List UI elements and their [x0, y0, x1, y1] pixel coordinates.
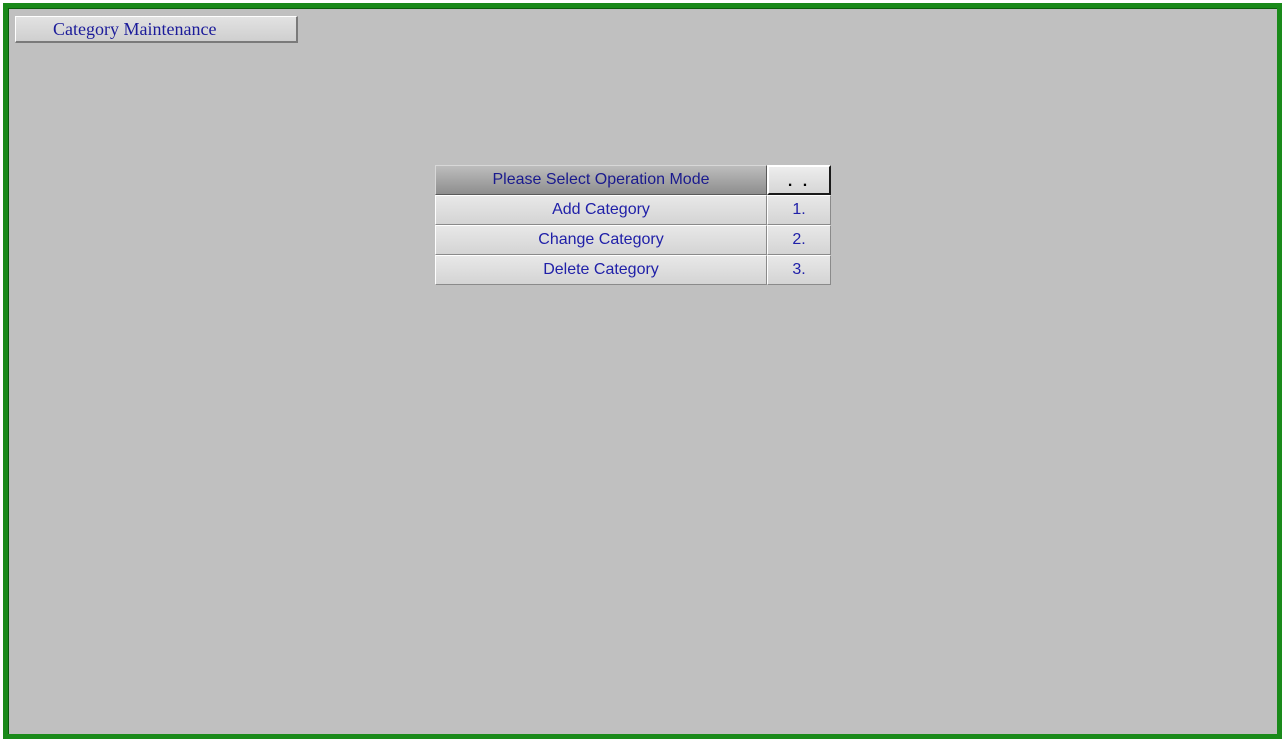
menu-item-delete-category[interactable]: Delete Category 3.	[435, 255, 831, 285]
window-title: Category Maintenance	[53, 18, 217, 39]
menu-item-key[interactable]: 3.	[767, 255, 831, 285]
menu-item-add-category[interactable]: Add Category 1.	[435, 195, 831, 225]
menu-item-label[interactable]: Add Category	[435, 195, 767, 225]
menu-item-label[interactable]: Change Category	[435, 225, 767, 255]
menu-item-change-category[interactable]: Change Category 2.	[435, 225, 831, 255]
menu-header-key-field[interactable]: . .	[767, 165, 831, 195]
menu-item-key[interactable]: 1.	[767, 195, 831, 225]
window-title-tab: Category Maintenance	[15, 16, 298, 43]
window-frame-edge	[8, 8, 1277, 734]
menu-item-label[interactable]: Delete Category	[435, 255, 767, 285]
menu-header-label: Please Select Operation Mode	[435, 165, 767, 195]
menu-item-key[interactable]: 2.	[767, 225, 831, 255]
app-window: Category Maintenance Please Select Opera…	[3, 3, 1282, 739]
menu-header-row: Please Select Operation Mode . .	[435, 165, 831, 195]
operation-mode-menu: Please Select Operation Mode . . Add Cat…	[435, 165, 831, 285]
